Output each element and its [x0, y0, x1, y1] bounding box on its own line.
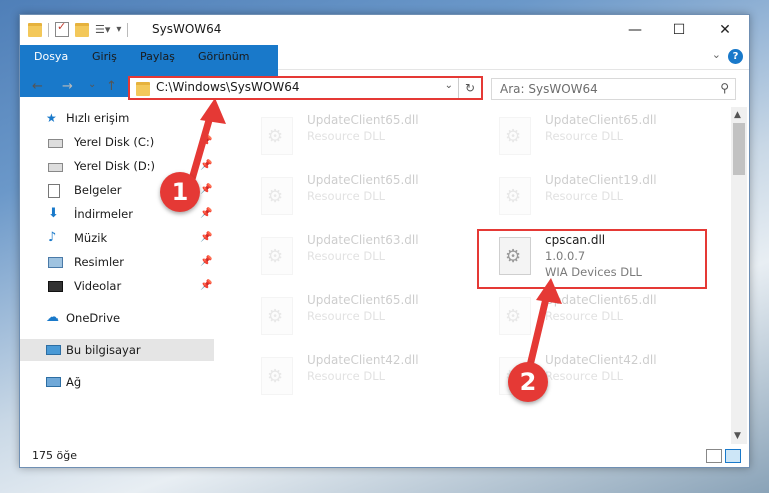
arrow-1: [186, 106, 216, 190]
step-badge-2: 2: [508, 362, 548, 402]
annotation-arrows: [186, 98, 562, 378]
arrowhead-2: [536, 278, 562, 304]
step-badge-1: 1: [160, 172, 200, 212]
arrowhead-1: [200, 98, 226, 124]
